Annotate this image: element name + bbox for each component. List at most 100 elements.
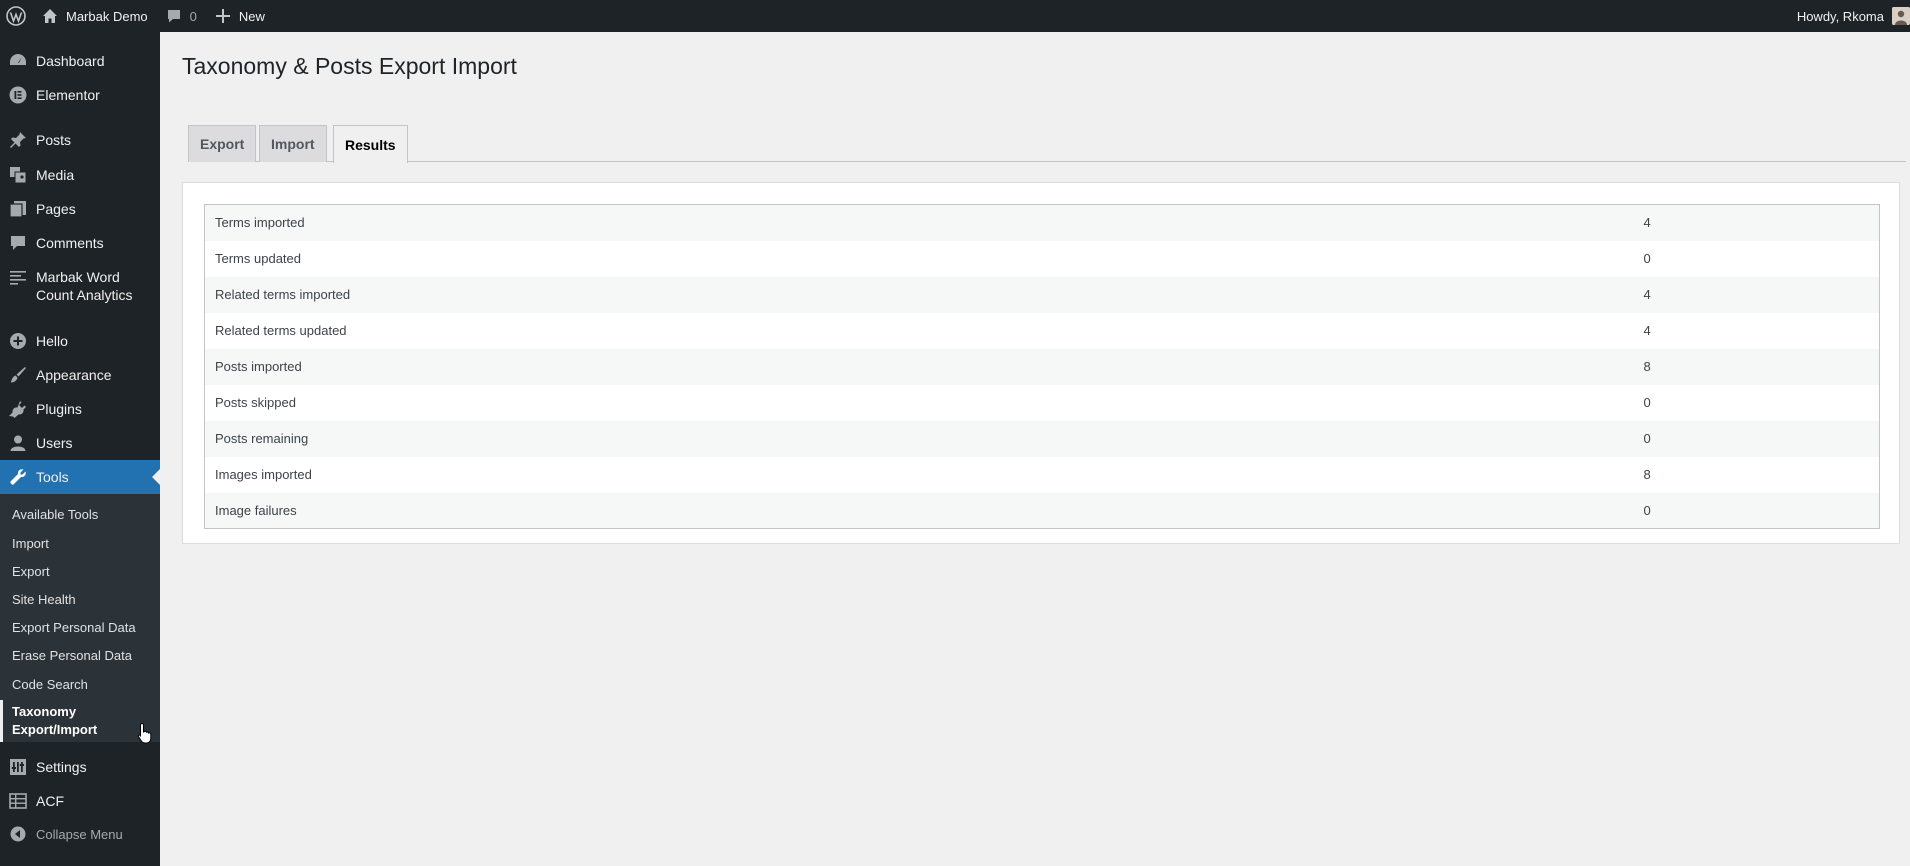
sidebar-item-label: Media [36,167,75,183]
sidebar-item-plugins[interactable]: Plugins [0,400,160,418]
wrench-icon [0,468,36,486]
result-value: 4 [1643,323,1651,338]
results-panel: Terms imported 4 Terms updated 0 Related ter… [182,182,1900,544]
result-label: Images imported [215,467,312,482]
sidebar-item-label: Plugins [36,401,82,417]
result-value: 8 [1643,467,1651,482]
sidebar-item-label: Settings [36,759,87,775]
plus-circle-icon [0,332,36,350]
result-label: Posts remaining [204,420,1634,457]
result-value: 0 [1633,492,1880,529]
result-label: Posts skipped [215,395,296,410]
result-value: 0 [1633,420,1880,457]
table-row: Posts remaining 0 [204,420,1880,457]
grid-icon [0,792,36,810]
submenu-item-export-personal-data[interactable]: Export Personal Data [12,619,136,637]
submenu-item-code-search[interactable]: Code Search [12,676,88,694]
comments-count: 0 [189,8,197,24]
sidebar-item-users[interactable]: Users [0,434,160,452]
results-table: Terms imported 4 Terms updated 0 Related ter… [204,204,1880,529]
dashboard-icon [0,52,36,70]
result-value: 4 [1633,204,1880,241]
wordpress-logo-icon [6,6,26,26]
result-value: 8 [1633,348,1880,385]
submenu-item-site-health[interactable]: Site Health [12,591,76,609]
tab-export[interactable]: Export [188,125,257,162]
sidebar-item-tools[interactable]: Tools [0,460,160,494]
pages-icon [0,200,36,218]
sidebar-item-label: ACF [36,793,64,809]
site-name-link[interactable]: Marbak Demo [32,0,156,32]
result-label: Terms imported [204,204,1634,241]
submenu-item-erase-personal-data[interactable]: Erase Personal Data [12,647,132,665]
comment-icon [0,234,36,252]
site-name: Marbak Demo [66,8,148,24]
list-icon [0,268,36,286]
settings-icon [0,758,36,776]
sidebar-item-label: Appearance [36,367,112,383]
sidebar-item-pages[interactable]: Pages [0,200,160,218]
submenu-item-export[interactable]: Export [12,563,50,581]
user-icon [0,434,36,452]
my-account-link[interactable]: Howdy, Rkoma [1797,0,1910,32]
tab-results[interactable]: Results [333,125,408,163]
current-submenu-indicator [0,700,3,742]
pin-icon [0,131,36,149]
submenu-item-import[interactable]: Import [12,535,49,553]
comment-bubble-icon [164,6,184,26]
sidebar-item-settings[interactable]: Settings [0,758,160,776]
hand-cursor-icon [137,722,153,744]
wordpress-logo-button[interactable] [0,0,32,32]
media-icon [0,166,36,184]
sidebar-item-posts[interactable]: Posts [0,131,160,149]
sidebar-item-label: Comments [36,235,104,251]
sidebar-item-media[interactable]: Media [0,166,160,184]
home-icon [40,6,60,26]
table-row: Terms updated 0 [205,241,1880,277]
result-label: Related terms updated [215,323,347,338]
label-line-1: Marbak Word [36,269,120,285]
collapse-arrow-icon [0,826,36,842]
sidebar-item-comments[interactable]: Comments [0,234,160,252]
submenu-item-available-tools[interactable]: Available Tools [12,506,98,524]
sidebar-item-dashboard[interactable]: Dashboard [0,52,160,70]
new-content-link[interactable]: New [205,0,273,32]
table-row: Images imported 8 [205,457,1880,493]
sidebar-item-label: Elementor [36,87,100,103]
plugin-icon [0,400,36,418]
sidebar-item-label: Hello [36,333,68,349]
sidebar-item-label: Pages [36,201,76,217]
avatar [1892,7,1910,25]
new-label: New [238,8,265,24]
label-line-2: Export/Import [12,722,98,737]
result-label: Posts imported [204,348,1634,385]
plus-icon [213,6,233,26]
sidebar-item-word-count-analytics[interactable]: Marbak Word Count Analytics [0,268,160,304]
submenu-item-taxonomy-export-import[interactable]: Taxonomy Export/Import [12,703,97,739]
sidebar-item-label: Tools [36,469,69,485]
result-value: 0 [1643,395,1651,410]
table-row: Related terms imported 4 [204,276,1880,313]
table-row: Image failures 0 [204,492,1880,529]
table-row: Terms imported 4 [204,204,1880,241]
sidebar-item-label: Posts [36,132,72,148]
sidebar-item-label: Marbak Word Count Analytics [36,268,133,304]
sidebar-item-hello[interactable]: Hello [0,332,160,350]
howdy-text: Howdy, Rkoma [1796,8,1884,24]
sidebar-item-label: Dashboard [36,53,105,69]
result-label: Terms updated [215,251,301,266]
sidebar-item-appearance[interactable]: Appearance [0,366,160,384]
admin-bar: Marbak Demo 0 New Howdy, Rkoma [0,0,1910,32]
brush-icon [0,366,36,384]
collapse-menu-button[interactable]: Collapse Menu [0,826,123,842]
nav-tabs: Export Import Results [188,125,1906,163]
tab-import[interactable]: Import [259,125,327,162]
collapse-menu-label: Collapse Menu [36,826,123,842]
page-title: Taxonomy & Posts Export Import [182,53,517,79]
sidebar-item-acf[interactable]: ACF [0,792,160,810]
table-row: Posts skipped 0 [205,385,1880,421]
comments-link[interactable]: 0 [156,0,205,32]
result-value: 4 [1633,276,1880,313]
sidebar-item-elementor[interactable]: Elementor [0,86,160,104]
label-line-1: Taxonomy [12,704,77,719]
